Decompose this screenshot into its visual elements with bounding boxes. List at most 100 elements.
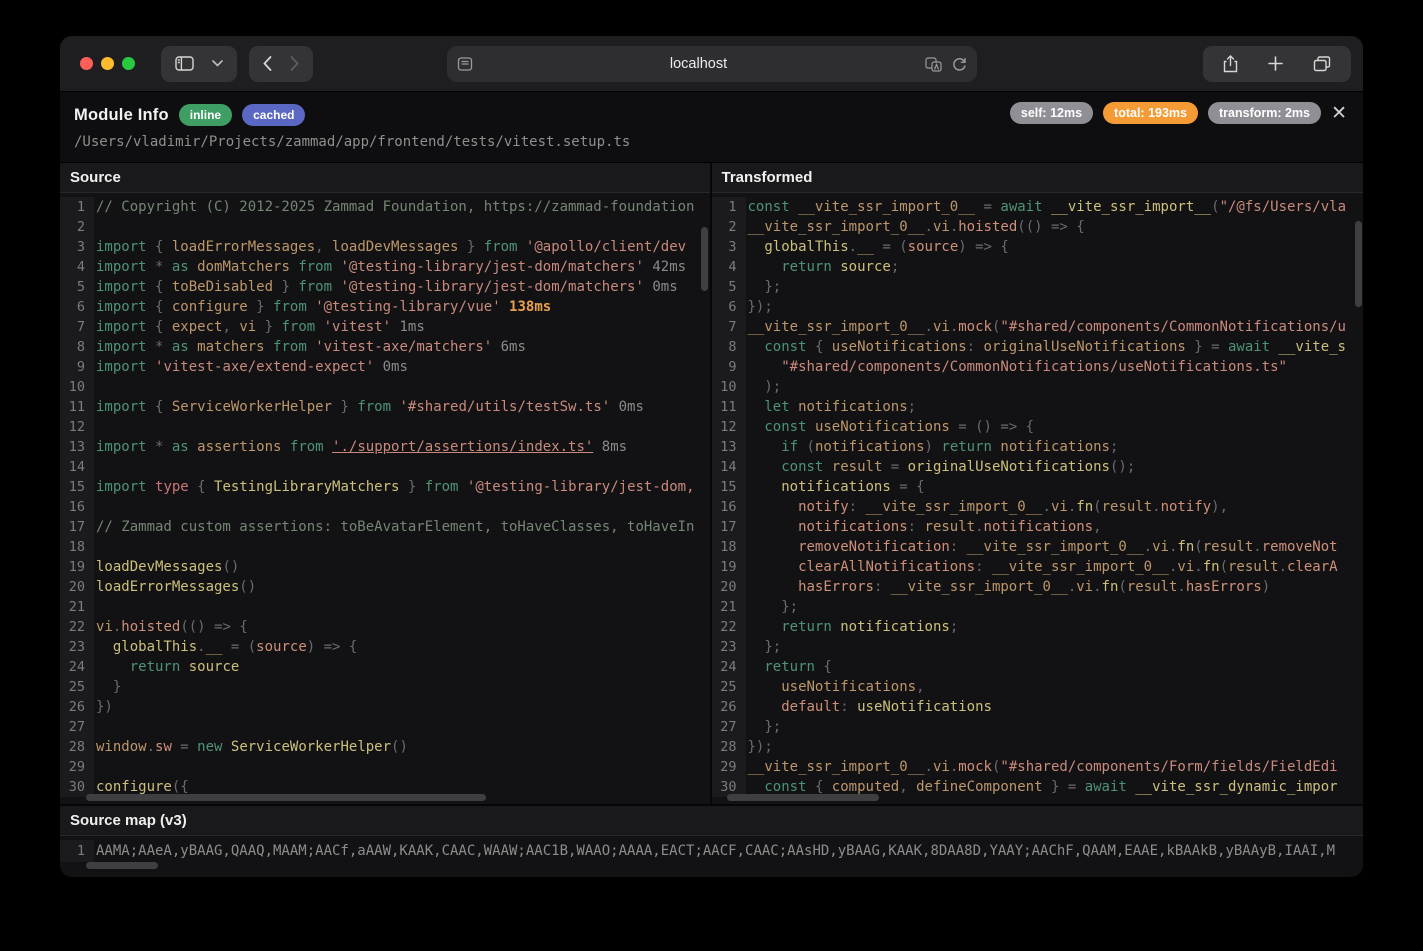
source-code-area[interactable]: 1// Copyright (C) 2012-2025 Zammad Found… <box>60 193 710 804</box>
module-info-header: Module Info inline cached self: 12ms tot… <box>60 92 1363 162</box>
code-token: = ( <box>222 639 256 655</box>
code-token: fn <box>1076 499 1093 515</box>
line-number: 6 <box>712 297 746 317</box>
code-token <box>748 679 782 695</box>
code-line: 19 clearAllNotifications: __vite_ssr_imp… <box>712 557 1364 577</box>
code-token: ) <box>925 439 942 455</box>
code-token: notifications <box>984 519 1094 535</box>
source-panel: Source 1// Copyright (C) 2012-2025 Zamma… <box>60 163 712 804</box>
code-token: __ <box>206 639 223 655</box>
transformed-vertical-scrollbar[interactable] <box>1355 221 1362 307</box>
code-token: expect <box>172 319 223 335</box>
code-token: vi <box>1076 579 1093 595</box>
code-line: 22 return notifications; <box>712 617 1364 637</box>
transformed-code-area[interactable]: 1const __vite_ssr_import_0__ = await __v… <box>712 193 1364 804</box>
code-token: : <box>874 579 891 595</box>
line-number: 4 <box>60 257 94 277</box>
module-link[interactable]: './support/assertions/index.ts' <box>332 439 593 455</box>
new-tab-button[interactable] <box>1264 56 1287 71</box>
line-number: 3 <box>60 237 94 257</box>
code-token: __ <box>857 239 874 255</box>
translate-icon[interactable] <box>925 57 942 72</box>
reader-icon[interactable] <box>457 57 473 71</box>
code-line: 4 return source; <box>712 257 1364 277</box>
code-token: clearA <box>1287 559 1338 575</box>
share-button[interactable] <box>1219 55 1242 73</box>
code-token: ; <box>950 619 958 635</box>
code-token: } <box>96 679 121 695</box>
code-line: 23 globalThis.__ = (source) => { <box>60 637 710 657</box>
code-token: . <box>1253 539 1261 555</box>
line-number: 1 <box>60 197 94 217</box>
code-token: const <box>764 339 815 355</box>
line-number: 10 <box>60 377 94 397</box>
code-token: notifications <box>798 399 908 415</box>
forward-button[interactable] <box>286 56 303 71</box>
code-token: globalThis <box>113 639 197 655</box>
code-token: ; <box>891 259 899 275</box>
line-number: 29 <box>712 757 746 777</box>
sidebar-toggle-button[interactable] <box>171 56 198 71</box>
source-horizontal-scrollbar[interactable] <box>86 794 486 801</box>
code-token: . <box>975 519 983 535</box>
code-token: vi <box>933 759 950 775</box>
code-token: result <box>925 519 976 535</box>
line-number: 19 <box>60 557 94 577</box>
transformed-horizontal-scrollbar[interactable] <box>727 794 879 801</box>
code-line: 13 if (notifications) return notificatio… <box>712 437 1364 457</box>
code-line: 25 useNotifications, <box>712 677 1364 697</box>
code-token: = { <box>891 479 925 495</box>
close-button[interactable]: ✕ <box>1327 100 1351 127</box>
reload-icon[interactable] <box>952 57 967 72</box>
tab-overview-button[interactable] <box>1309 56 1335 72</box>
code-token: const <box>764 779 815 795</box>
line-number: 17 <box>60 517 94 537</box>
code-line: 6}); <box>712 297 1364 317</box>
code-token: . <box>849 239 857 255</box>
code-token: return <box>781 259 840 275</box>
line-number: 21 <box>712 597 746 617</box>
line-number: 9 <box>712 357 746 377</box>
code-token: const <box>748 199 799 215</box>
code-token: }); <box>748 739 773 755</box>
code-token: . <box>925 759 933 775</box>
sidebar-button-group <box>161 46 237 82</box>
line-number: 23 <box>712 637 746 657</box>
code-token: computed <box>832 779 899 795</box>
code-token: loadErrorMessages <box>96 579 239 595</box>
code-token: result <box>832 459 883 475</box>
transformed-panel-title: Transformed <box>722 169 813 186</box>
code-token: mock <box>958 319 992 335</box>
code-line: 2 <box>60 217 710 237</box>
code-token: ; <box>1110 439 1118 455</box>
zoom-window-button[interactable] <box>122 57 135 70</box>
code-token: }; <box>748 639 782 655</box>
code-token <box>748 539 799 555</box>
code-token: 0ms <box>610 399 644 415</box>
total-time-pill: total: 193ms <box>1103 102 1198 124</box>
sourcemap-horizontal-scrollbar[interactable] <box>86 862 158 869</box>
code-token: (() => { <box>1017 219 1084 235</box>
code-token: ( <box>1211 199 1219 215</box>
line-number: 20 <box>712 577 746 597</box>
line-number: 1 <box>712 197 746 217</box>
code-token: notify <box>798 499 849 515</box>
code-token: removeNotification <box>798 539 950 555</box>
line-number: 13 <box>60 437 94 457</box>
code-token: }; <box>748 599 799 615</box>
code-line: 17// Zammad custom assertions: toBeAvata… <box>60 517 710 537</box>
code-token: "#shared/components/CommonNotifications/… <box>1000 319 1346 335</box>
line-number: 11 <box>60 397 94 417</box>
minimize-window-button[interactable] <box>101 57 114 70</box>
code-token: ( <box>1194 539 1202 555</box>
back-button[interactable] <box>259 56 276 71</box>
code-token: useNotifications <box>832 339 967 355</box>
code-token: // Zammad custom assertions: toBeAvatarE… <box>96 519 694 535</box>
source-vertical-scrollbar[interactable] <box>701 227 708 291</box>
code-token: originalUseNotifications <box>984 339 1186 355</box>
address-bar[interactable]: localhost <box>447 46 977 82</box>
close-window-button[interactable] <box>80 57 93 70</box>
sidebar-menu-button[interactable] <box>208 60 227 67</box>
code-token: { <box>155 239 172 255</box>
code-line: 27 }; <box>712 717 1364 737</box>
